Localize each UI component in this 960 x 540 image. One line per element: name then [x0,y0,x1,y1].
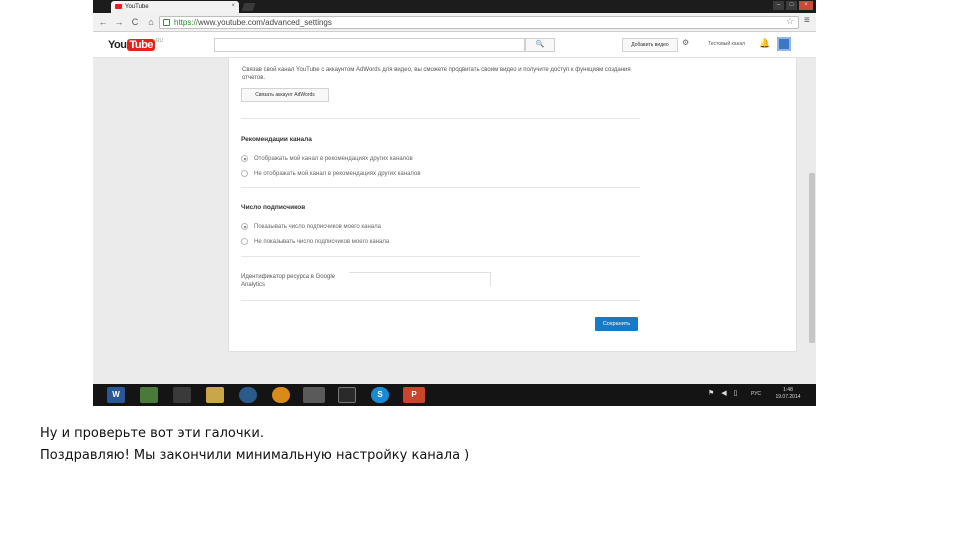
divider [241,256,640,257]
logo-region: RU [155,38,164,44]
system-tray: ⚑ ◀ ▯ [708,389,738,397]
radio-button[interactable] [241,238,248,245]
youtube-masthead: You Tube RU 🔍 Добавить видео ⚙ Тестовый … [93,32,816,58]
bookmark-star-icon[interactable]: ☆ [786,16,794,27]
minimize-button[interactable]: – [773,1,784,10]
avatar[interactable] [777,37,791,51]
app-icon[interactable] [140,387,158,403]
recommendations-title: Рекомендации канала [241,136,312,143]
scrollbar[interactable] [808,58,816,384]
browser-menu-icon[interactable]: ≡ [804,15,810,26]
radio-label: Не показывать число подписчиков моего ка… [254,238,390,245]
close-window-button[interactable]: × [799,1,813,10]
word-app-icon[interactable]: W [107,387,125,403]
tab-title: YouTube [125,4,149,10]
youtube-logo[interactable]: You Tube RU [108,38,163,52]
skype-icon[interactable]: S [371,387,389,403]
clock-time: 1:48 [783,387,793,393]
radio-label: Не отображать мой канал в рекомендациях … [254,170,421,177]
volume-icon[interactable]: ◀ [721,389,726,397]
adwords-description: Связав свой канал YouTube с аккаунтом Ad… [242,67,631,81]
window-controls: – □ × [773,1,813,10]
radio-button[interactable] [241,170,248,177]
radio-button-checked[interactable] [241,223,248,230]
powerpoint-icon[interactable]: P [403,387,425,403]
back-icon[interactable]: ← [97,16,109,28]
battery-icon[interactable]: ▯ [734,389,738,397]
recommendations-option-hide[interactable]: Не отображать мой канал в рекомендациях … [241,170,421,177]
browser-tab[interactable]: YouTube × [111,1,239,13]
tab-close-icon[interactable]: × [231,3,235,9]
reload-icon[interactable]: C [129,16,141,28]
add-video-button[interactable]: Добавить видео [622,38,678,52]
recommendations-option-show[interactable]: Отображать мой канал в рекомендациях дру… [241,155,413,162]
maximize-button[interactable]: □ [786,1,797,10]
browser-tab-strip: YouTube × – □ × [93,0,816,13]
search-icon: 🔍 [535,41,545,48]
forward-icon[interactable]: → [113,16,125,28]
clock-date: 19.07.2014 [775,394,801,400]
address-bar[interactable]: https://www.youtube.com/advanced_setting… [159,16,799,29]
windows-taskbar: W S P ⚑ ◀ ▯ РУС 1:48 19.07.2014 [93,384,816,406]
app-icon[interactable] [173,387,191,403]
youtube-favicon-icon [115,4,122,9]
bell-icon[interactable]: 🔔 [759,38,770,49]
link-adwords-button[interactable]: Связать аккаунт AdWords [241,88,329,102]
save-button[interactable]: Сохранить [595,317,638,331]
new-tab-button[interactable] [241,3,256,11]
app-icon[interactable] [272,387,290,403]
radio-button-checked[interactable] [241,155,248,162]
url-path: www.youtube.com/advanced_settings [198,18,332,27]
url-scheme: https:// [174,18,199,27]
radio-label: Показывать число подписчиков моего канал… [254,223,381,230]
analytics-id-input[interactable] [349,272,491,286]
scrollbar-thumb[interactable] [809,173,815,343]
clock[interactable]: 1:48 19.07.2014 [768,387,808,401]
divider [241,118,640,119]
main-content: Связав свой канал YouTube с аккаунтом Ad… [93,58,816,384]
analytics-label: Идентификатор ресурса в Google Analytics [241,274,335,288]
caption-line-2: Поздравляю! Мы закончили минимальную нас… [40,448,470,463]
app-icon[interactable] [338,387,356,403]
app-icon[interactable] [239,387,257,403]
subscribers-option-hide[interactable]: Не показывать число подписчиков моего ка… [241,238,389,245]
divider [241,187,640,188]
folder-icon[interactable] [206,387,224,403]
divider [241,300,640,301]
gear-icon[interactable]: ⚙ [682,38,689,47]
caption-line-1: Ну и проверьте вот эти галочки. [40,426,264,441]
search-input[interactable] [214,38,525,52]
home-icon[interactable]: ⌂ [145,16,157,28]
logo-tube: Tube [127,39,155,51]
subscribers-option-show[interactable]: Показывать число подписчиков моего канал… [241,223,381,230]
settings-card: Связав свой канал YouTube с аккаунтом Ad… [228,58,797,352]
logo-you: You [108,39,127,51]
subscribers-title: Число подписчиков [241,204,306,211]
radio-label: Отображать мой канал в рекомендациях дру… [254,155,413,162]
flag-icon[interactable]: ⚑ [708,389,714,397]
chrome-icon[interactable] [303,387,325,403]
lock-icon [163,19,170,26]
language-indicator[interactable]: РУС [751,391,761,397]
screenshot: YouTube × – □ × ← → C ⌂ https://www.yout… [93,0,816,406]
channel-name[interactable]: Тестовый канал [708,41,745,47]
search-button[interactable]: 🔍 [525,38,555,52]
browser-toolbar: ← → C ⌂ https://www.youtube.com/advanced… [93,13,816,32]
